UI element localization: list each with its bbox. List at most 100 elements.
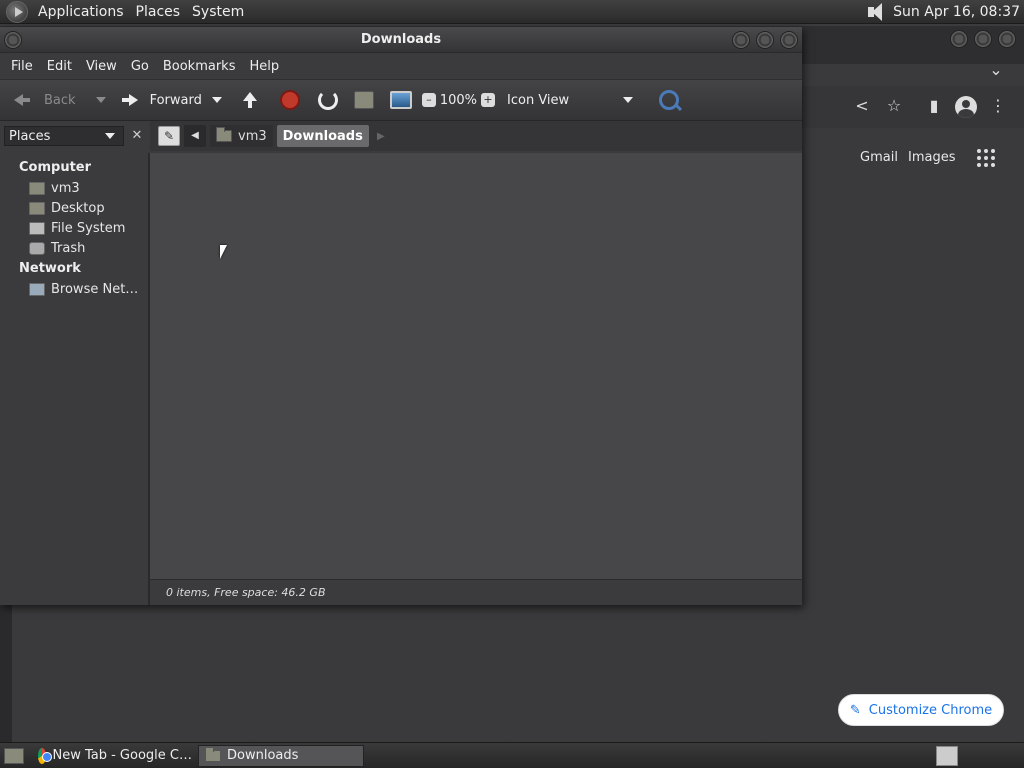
menu-bookmarks[interactable]: Bookmarks	[156, 59, 243, 74]
view-mode-label: Icon View	[507, 92, 570, 108]
sidebar-heading-computer: Computer	[19, 160, 92, 175]
forward-button[interactable]: Forward	[116, 85, 230, 115]
desktop-folder-icon	[29, 201, 45, 215]
sidebar-item-label: File System	[51, 220, 126, 236]
taskbar-item-label: New Tab - Google C…	[52, 748, 192, 763]
customize-chrome-label: Customize Chrome	[868, 702, 993, 718]
back-button[interactable]: Back	[8, 85, 114, 115]
window-title: Downloads	[360, 32, 442, 47]
reload-button[interactable]	[314, 85, 342, 115]
sidebar-item-browse-network[interactable]: Browse Net…	[0, 279, 148, 299]
sidebar-item-label: Desktop	[51, 200, 105, 216]
home-folder-icon	[353, 91, 374, 109]
toggle-location-entry-button[interactable]: ✎	[158, 126, 180, 146]
toolbar: Back Forward – 100% + Icon View	[0, 79, 802, 121]
forward-label: Forward	[149, 92, 202, 108]
breadcrumb-label: Downloads	[282, 128, 363, 144]
maximize-button[interactable]	[974, 30, 992, 48]
google-apps-icon[interactable]	[977, 149, 995, 167]
panel-menu-applications[interactable]: Applications	[32, 4, 130, 20]
taskbar-item-chrome[interactable]: New Tab - Google C…	[32, 745, 198, 767]
view-mode-select[interactable]: Icon View	[501, 85, 643, 115]
pathbar: ✎ ◀ vm3 Downloads ▶	[150, 121, 802, 151]
back-label: Back	[44, 92, 76, 108]
sidebar-heading-network: Network	[19, 261, 81, 276]
sidebar-item-label: Browse Net…	[51, 281, 139, 297]
sidebar-item-file-system[interactable]: File System	[0, 218, 148, 238]
stop-button[interactable]	[276, 85, 304, 115]
share-icon[interactable]: <	[852, 96, 872, 116]
panel-menu-system[interactable]: System	[186, 4, 250, 20]
menu-help[interactable]: Help	[242, 59, 286, 74]
sidebar-type-caret-icon	[105, 133, 115, 139]
show-desktop-icon[interactable]	[4, 747, 24, 764]
minimize-button[interactable]	[732, 31, 750, 49]
forward-history-caret-icon[interactable]	[211, 97, 222, 103]
computer-button[interactable]	[386, 85, 416, 115]
tab-search-chevron-icon[interactable]: ⌄	[986, 60, 1006, 80]
window-menu-button[interactable]	[4, 31, 22, 49]
close-button[interactable]	[998, 30, 1016, 48]
zoom-in-button[interactable]: +	[481, 93, 496, 107]
trash-icon	[29, 241, 45, 255]
sidebar-item-vm3[interactable]: vm3	[0, 178, 148, 198]
workspace-switcher-icon[interactable]	[936, 746, 958, 766]
sidebar-item-desktop[interactable]: Desktop	[0, 198, 148, 218]
images-link[interactable]: Images	[908, 150, 956, 165]
menu-view[interactable]: View	[79, 59, 124, 74]
customize-chrome-button[interactable]: ✎ Customize Chrome	[838, 694, 1004, 726]
view-mode-caret-icon	[623, 97, 634, 103]
minimize-button[interactable]	[950, 30, 968, 48]
panel-clock[interactable]: Sun Apr 16, 08:37	[893, 4, 1024, 20]
volume-icon[interactable]	[865, 2, 887, 22]
panel-menu-places[interactable]: Places	[130, 4, 187, 20]
sidebar-type-select[interactable]: Places	[4, 126, 124, 146]
menu-file[interactable]: File	[4, 59, 40, 74]
menubar: File Edit View Go Bookmarks Help	[0, 53, 802, 79]
sidebar-type-label: Places	[9, 128, 51, 144]
pencil-icon: ✎	[849, 702, 861, 718]
zoom-controls: – 100% +	[418, 85, 499, 115]
reload-icon	[317, 90, 338, 110]
sidebar-item-trash[interactable]: Trash	[0, 238, 148, 258]
close-sidebar-icon[interactable]: ✕	[128, 127, 146, 145]
pathbar-left-arrow-icon[interactable]: ◀	[184, 125, 206, 147]
zoom-out-button[interactable]: –	[421, 93, 436, 107]
bookmark-star-icon[interactable]: ☆	[884, 96, 904, 116]
sidebar-item-label: Trash	[51, 240, 86, 256]
side-panel-icon[interactable]: ▮	[924, 96, 944, 116]
file-manager-window: Downloads File Edit View Go Bookmarks He…	[0, 27, 802, 605]
computer-icon	[389, 91, 412, 109]
home-folder-icon	[29, 181, 45, 195]
maximize-button[interactable]	[756, 31, 774, 49]
chrome-menu-icon[interactable]: ⋮	[988, 96, 1008, 116]
network-icon	[29, 282, 45, 296]
taskbar-item-downloads[interactable]: Downloads	[198, 744, 364, 767]
search-button[interactable]	[655, 85, 683, 115]
breadcrumb-downloads[interactable]: Downloads	[276, 125, 369, 147]
drive-icon	[29, 221, 45, 235]
sidebar-item-label: vm3	[51, 180, 80, 196]
main-menu-logo-icon[interactable]	[6, 0, 28, 23]
close-button[interactable]	[780, 31, 798, 49]
menu-edit[interactable]: Edit	[40, 59, 79, 74]
pathbar-right-arrow-icon[interactable]: ▶	[373, 131, 389, 142]
file-view-area[interactable]: 0 items, Free space: 46.2 GB	[150, 153, 802, 605]
home-button[interactable]	[350, 85, 378, 115]
file-manager-titlebar[interactable]: Downloads	[0, 27, 802, 53]
breadcrumb-vm3[interactable]: vm3	[210, 125, 273, 147]
file-manager-body: Computer vm3 Desktop File System Trash N…	[0, 153, 802, 605]
back-arrow-icon	[12, 90, 32, 110]
menu-go[interactable]: Go	[124, 59, 156, 74]
gmail-link[interactable]: Gmail	[860, 150, 898, 165]
profile-avatar-icon[interactable]	[955, 96, 977, 118]
back-history-caret-icon[interactable]	[95, 97, 106, 103]
breadcrumb-label: vm3	[238, 128, 267, 144]
places-sidebar: Computer vm3 Desktop File System Trash N…	[0, 153, 150, 605]
search-icon	[659, 90, 680, 110]
up-button[interactable]	[236, 85, 264, 115]
folder-icon	[205, 746, 221, 762]
top-panel: Applications Places System Sun Apr 16, 0…	[0, 0, 1024, 24]
home-folder-icon	[216, 127, 232, 142]
status-bar: 0 items, Free space: 46.2 GB	[150, 579, 802, 605]
